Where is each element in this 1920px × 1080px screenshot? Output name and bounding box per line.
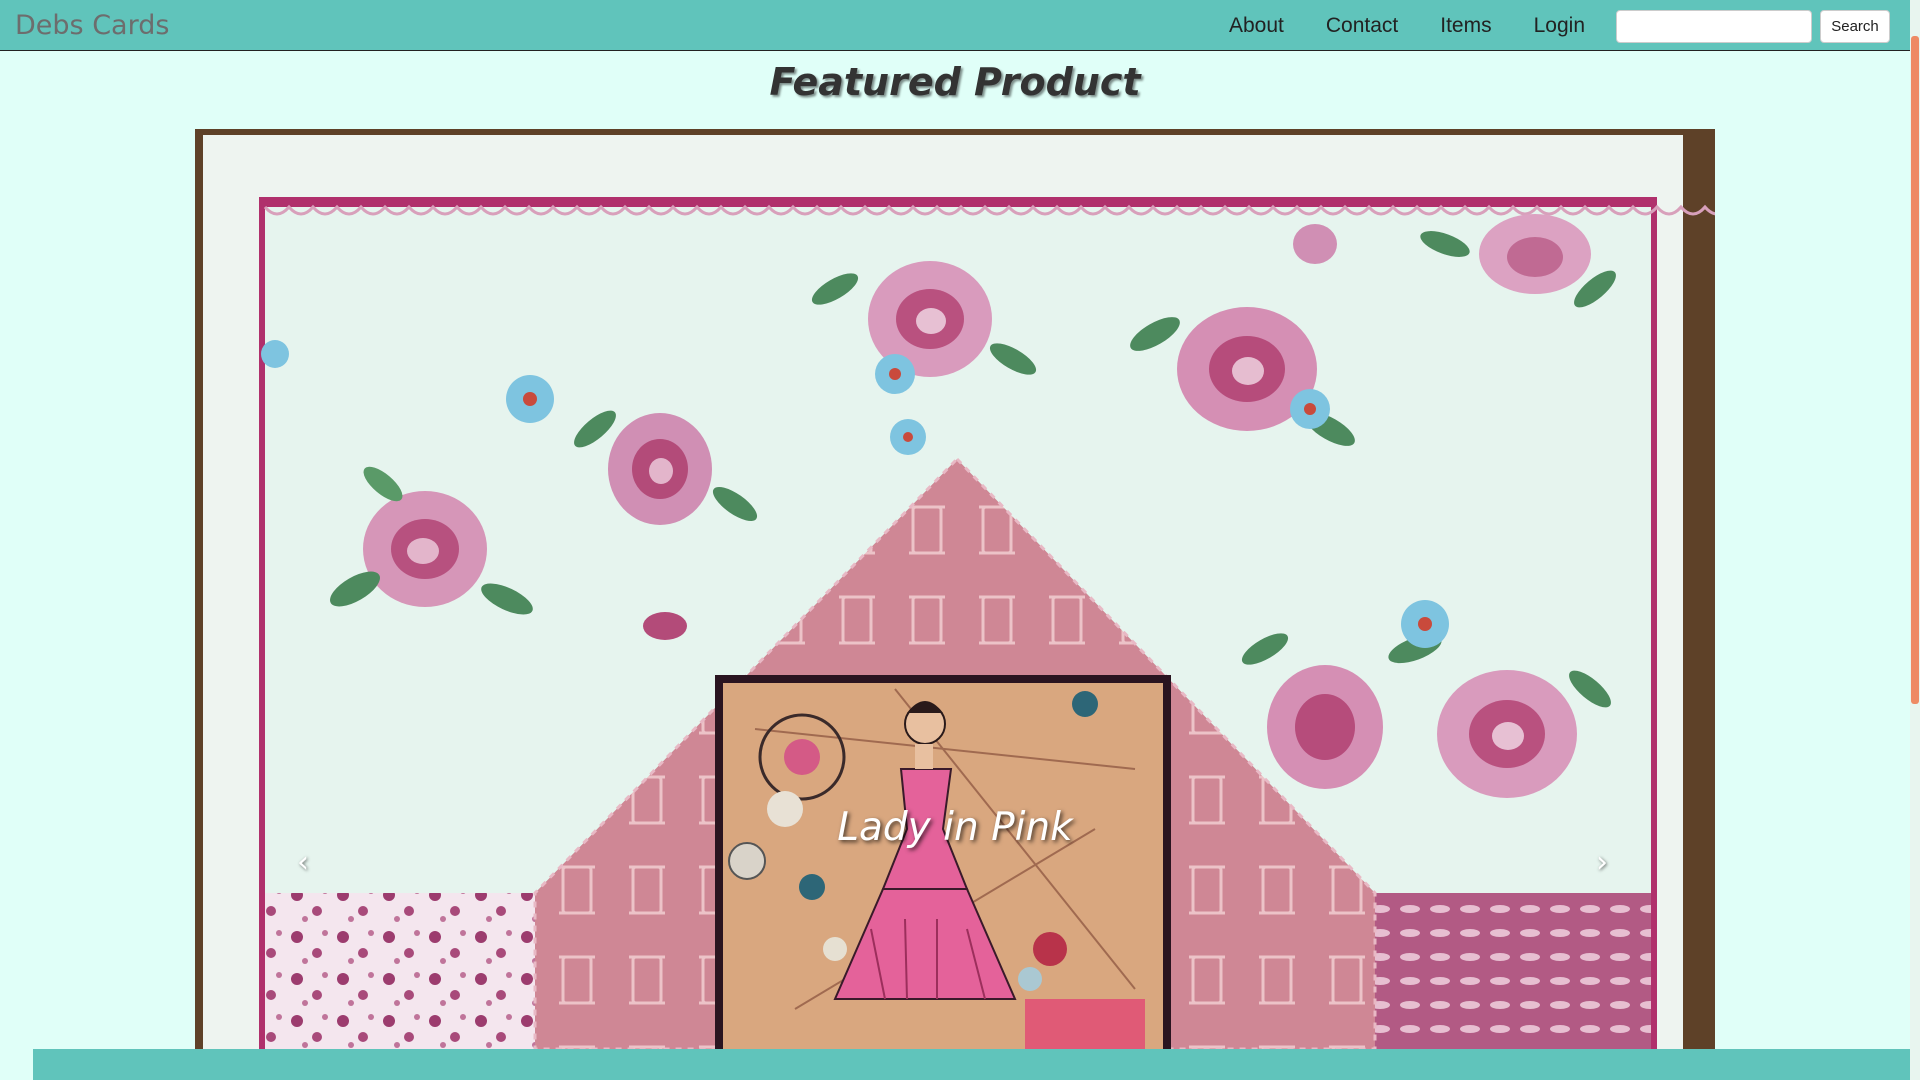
chevron-left-icon[interactable]: ‹ [283, 843, 323, 883]
brand-link[interactable]: Debs Cards [15, 0, 169, 51]
scrollbar-thumb[interactable] [1911, 36, 1919, 704]
nav-link-items[interactable]: Items [1419, 0, 1512, 51]
search-input[interactable] [1616, 10, 1812, 43]
card-image [195, 129, 1715, 1049]
nav-link-about[interactable]: About [1208, 0, 1305, 51]
nav-link-contact[interactable]: Contact [1305, 0, 1419, 51]
page-title: Featured Product [769, 60, 1141, 104]
footer-bar [33, 1049, 1910, 1080]
navbar: Debs Cards About Contact Items Login Sea… [0, 0, 1920, 51]
carousel: Lady in Pink [195, 129, 1715, 1049]
search-button[interactable]: Search [1820, 10, 1890, 43]
chevron-right-icon[interactable]: › [1582, 843, 1622, 883]
nav-links: About Contact Items Login [1208, 0, 1606, 51]
carousel-caption: Lady in Pink [837, 805, 1073, 850]
page: Debs Cards About Contact Items Login Sea… [0, 0, 1920, 1080]
nav-link-login[interactable]: Login [1513, 0, 1606, 51]
